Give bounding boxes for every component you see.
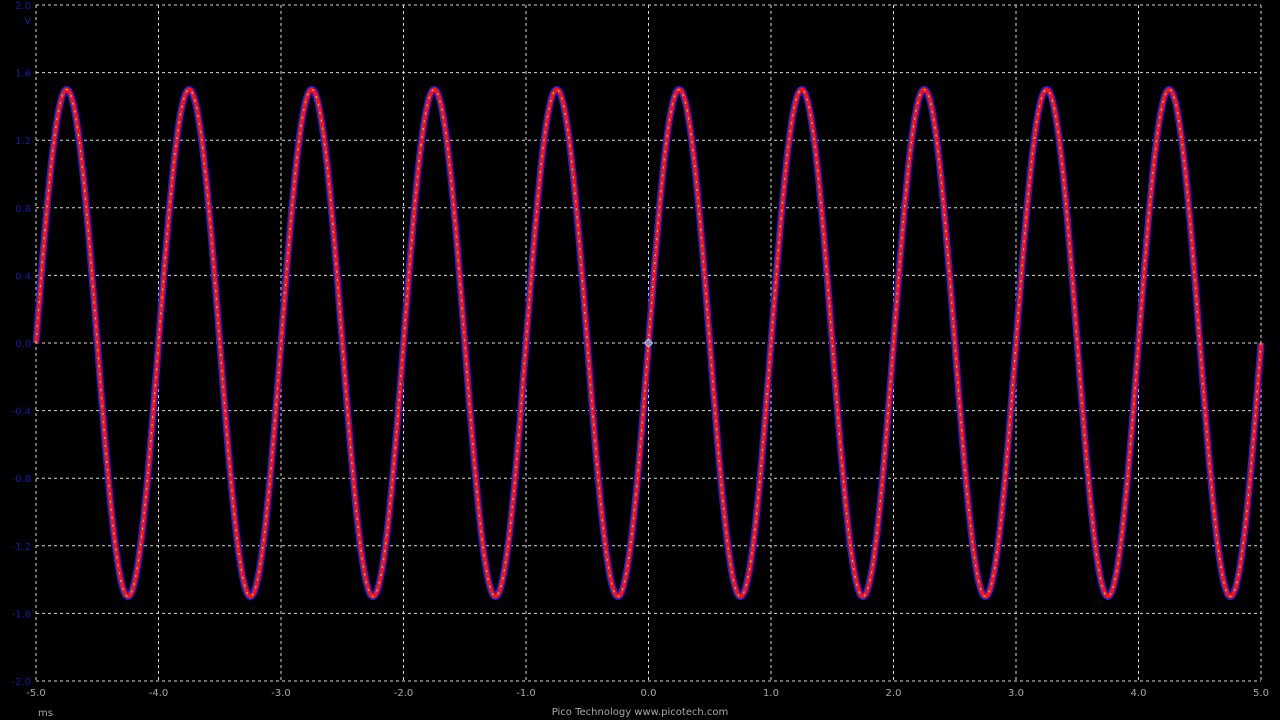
x-tick-label: 2.0 — [886, 688, 902, 699]
x-tick-label: 1.0 — [763, 688, 779, 699]
x-tick-label: -2.0 — [394, 688, 414, 699]
y-tick-label: 2.0 — [15, 1, 31, 12]
y-tick-label: -0.4 — [11, 407, 31, 418]
x-tick-label: -1.0 — [516, 688, 536, 699]
x-axis-ticks: -5.0 -4.0 -3.0 -2.0 -1.0 0.0 1.0 2.0 3.0 4.0 5.0 — [26, 688, 1269, 699]
y-tick-label: 0.8 — [15, 204, 31, 215]
y-tick-label: 0.0 — [15, 339, 31, 350]
x-axis-unit: ms — [38, 708, 53, 719]
y-tick-label: -0.8 — [11, 474, 31, 485]
y-tick-label: 1.6 — [15, 69, 31, 80]
x-tick-label: -3.0 — [271, 688, 291, 699]
y-tick-label: -2.0 — [11, 677, 31, 688]
footer-brand: Pico Technology www.picotech.com — [552, 707, 729, 718]
y-axis-unit: V — [24, 16, 31, 27]
x-tick-label: 5.0 — [1253, 688, 1269, 699]
x-tick-label: 4.0 — [1131, 688, 1147, 699]
x-tick-label: -5.0 — [26, 688, 46, 699]
y-tick-label: 0.4 — [15, 271, 31, 282]
x-tick-label: 3.0 — [1008, 688, 1024, 699]
y-tick-label: -1.2 — [11, 542, 31, 553]
y-tick-label: 1.2 — [15, 136, 31, 147]
y-axis-ticks: 2.0 1.6 1.2 0.8 0.4 0.0 -0.4 -0.8 -1.2 -1.6 -2.0 — [11, 1, 31, 688]
y-tick-label: -1.6 — [11, 609, 31, 620]
x-tick-label: 0.0 — [641, 688, 657, 699]
x-tick-label: -4.0 — [149, 688, 169, 699]
oscilloscope-chart: 2.0 1.6 1.2 0.8 0.4 0.0 -0.4 -0.8 -1.2 -1.6 -2.0 -… — [11, 1, 1269, 719]
